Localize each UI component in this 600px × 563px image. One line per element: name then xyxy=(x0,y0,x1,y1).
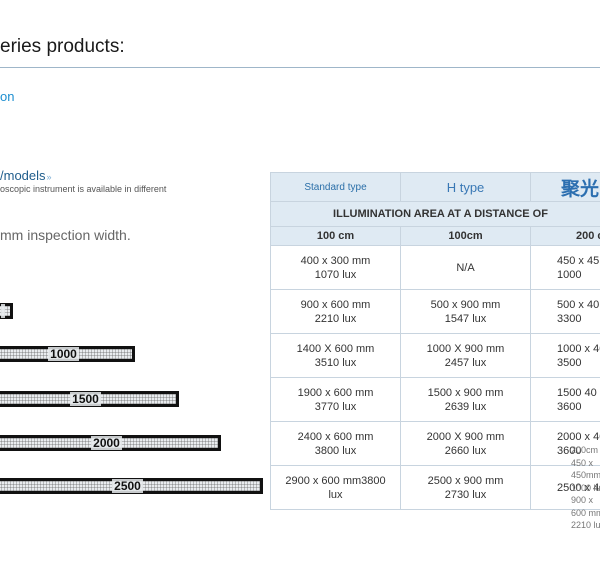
size-bar-2000: 2000 xyxy=(0,435,221,451)
table-cell: 1400 X 600 mm 3510 lux xyxy=(270,333,401,378)
table-cell: 2400 x 600 mm 3800 lux xyxy=(270,421,401,466)
table-cell: 450 x 45 1000 xyxy=(530,245,600,290)
table-row: 1400 X 600 mm 3510 lux 1000 X 900 mm 2457 … xyxy=(270,333,600,378)
distance-col-3: 200 c xyxy=(530,226,600,246)
type-h: H type xyxy=(400,172,531,202)
size-bar-label: 2000 xyxy=(91,436,122,450)
size-bar-1000: 1000 xyxy=(0,346,135,362)
table-row: 900 x 600 mm 2210 lux 500 x 900 mm 1547 lu… xyxy=(270,289,600,334)
table-row: 2900 x 600 mm3800 lux 2500 x 900 mm 2730 l… xyxy=(270,465,600,510)
type-standard: Standard type xyxy=(270,172,401,202)
overflow-line: 900 x xyxy=(571,495,594,505)
overflow-line: 200cm xyxy=(571,445,599,455)
type-spotlight: 聚光 xyxy=(530,172,600,202)
size-bar-label: 1000 xyxy=(48,347,79,361)
table-cell: 500 x 40 3300 xyxy=(530,289,600,334)
table-cell: 2500 x 900 mm 2730 lux xyxy=(400,465,531,510)
models-description: oscopic instrument is available in diffe… xyxy=(0,184,167,194)
arrow-right-icon: » xyxy=(46,172,52,182)
overflow-line: 1000 lux xyxy=(571,482,600,493)
size-bar-label: 2500 xyxy=(112,479,143,493)
table-cell: N/A xyxy=(400,245,531,290)
overflow-line: 600 mm xyxy=(571,507,600,518)
overflow-line: 2210 lux xyxy=(571,520,600,530)
page-title: eries products: xyxy=(0,36,125,57)
distance-col-1: 100 cm xyxy=(270,226,401,246)
table-cell: 2900 x 600 mm3800 lux xyxy=(270,465,401,510)
illumination-area-header: ILLUMINATION AREA AT A DISTANCE OF xyxy=(270,201,600,227)
size-bar-500 xyxy=(0,303,13,319)
inspection-width-note: mm inspection width. xyxy=(0,227,131,243)
table-cell: 1900 x 600 mm 3770 lux xyxy=(270,377,401,422)
illumination-table: Standard type H type 聚光 ILLUMINATION ARE… xyxy=(270,172,600,510)
models-link[interactable]: /models» xyxy=(0,168,52,183)
size-bar-label xyxy=(0,304,5,318)
table-cell: 900 x 600 mm 2210 lux xyxy=(270,289,401,334)
span-header-row: ILLUMINATION AREA AT A DISTANCE OF xyxy=(270,201,600,227)
overflow-note: 200cm 450 x 450mm 1000 lux 900 x 600 mm … xyxy=(571,444,600,532)
size-bar-label: 1500 xyxy=(70,392,101,406)
section-link[interactable]: on xyxy=(0,89,14,104)
size-bar-1500: 1500 xyxy=(0,391,179,407)
size-bar-2500: 2500 xyxy=(0,478,263,494)
table-cell: 500 x 900 mm 1547 lux xyxy=(400,289,531,334)
table-row: 400 x 300 mm 1070 lux N/A 450 x 45 1000 xyxy=(270,245,600,290)
type-header-row: Standard type H type 聚光 xyxy=(270,172,600,202)
table-cell: 400 x 300 mm 1070 lux xyxy=(270,245,401,290)
distance-header-row: 100 cm 100cm 200 c xyxy=(270,226,600,246)
overflow-line: 450mm xyxy=(571,470,600,480)
overflow-line: 450 x xyxy=(571,457,594,468)
table-cell: 1000 x 403500 xyxy=(530,333,600,378)
table-cell: 1500 40 3600 xyxy=(530,377,600,422)
title-divider xyxy=(0,67,600,68)
table-row: 1900 x 600 mm 3770 lux 1500 x 900 mm 2639 … xyxy=(270,377,600,422)
table-cell: 1000 X 900 mm 2457 lux xyxy=(400,333,531,378)
distance-col-2: 100cm xyxy=(400,226,531,246)
table-cell: 2000 X 900 mm 2660 lux xyxy=(400,421,531,466)
models-link-label[interactable]: /models xyxy=(0,168,46,183)
table-cell: 1500 x 900 mm 2639 lux xyxy=(400,377,531,422)
table-row: 2400 x 600 mm 3800 lux 2000 X 900 mm 2660 … xyxy=(270,421,600,466)
